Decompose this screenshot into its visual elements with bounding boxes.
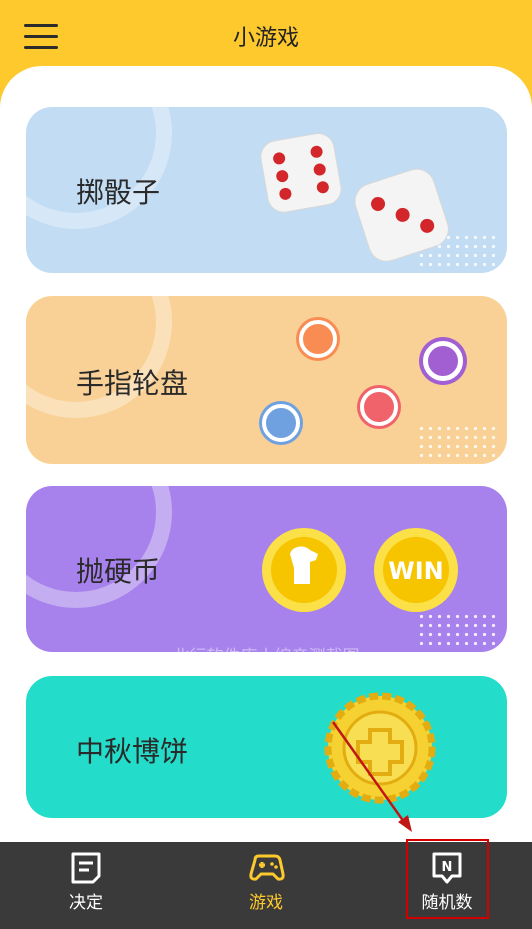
card-label: 抛硬币 bbox=[76, 555, 161, 588]
nav-label: 游戏 bbox=[249, 893, 283, 913]
nav-item-decide[interactable]: 决定 bbox=[31, 842, 141, 929]
card-dice[interactable]: 掷骰子 bbox=[26, 107, 507, 273]
dice-icon bbox=[260, 132, 449, 261]
card-mooncake[interactable]: 中秋博饼 bbox=[26, 676, 507, 818]
bottom-nav: 决定 游戏 N 随机数 bbox=[0, 839, 532, 929]
gamepad-icon bbox=[249, 854, 285, 881]
coin-icon: WIN bbox=[262, 528, 458, 612]
coin-text: WIN bbox=[388, 557, 444, 585]
highlight-box bbox=[406, 839, 489, 919]
card-finger-roulette[interactable]: 手指轮盘 bbox=[26, 296, 507, 464]
page-title: 小游戏 bbox=[232, 26, 299, 51]
nav-label: 决定 bbox=[69, 893, 103, 913]
card-label: 中秋博饼 bbox=[76, 735, 189, 768]
game-list: 掷骰子 手指轮盘 抛硬币 WIN 北行软件库小编亲测截图 中秋博饼 bbox=[0, 66, 532, 846]
decide-icon bbox=[71, 852, 101, 884]
card-label: 掷骰子 bbox=[76, 176, 161, 209]
card-coin-toss[interactable]: 抛硬币 WIN bbox=[26, 486, 507, 652]
nav-item-games[interactable]: 游戏 bbox=[211, 842, 321, 929]
card-label: 手指轮盘 bbox=[76, 367, 189, 400]
mooncake-icon bbox=[324, 692, 436, 804]
